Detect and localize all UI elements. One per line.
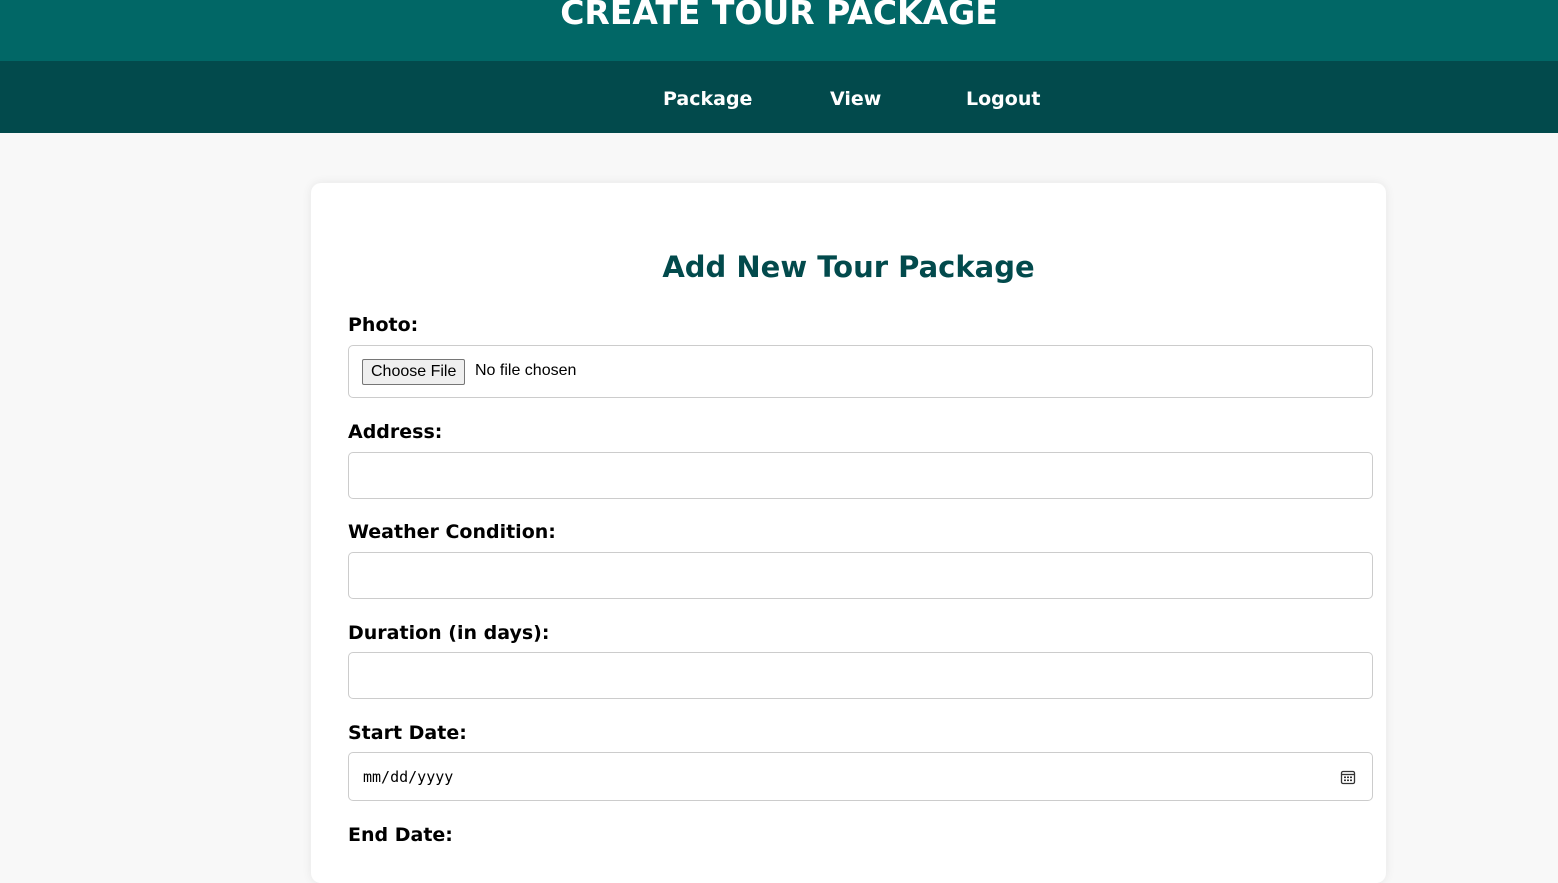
choose-file-button[interactable]: Choose File bbox=[362, 359, 466, 385]
photo-file-input[interactable]: Choose File No file chosen bbox=[348, 345, 1373, 398]
duration-input[interactable] bbox=[348, 652, 1373, 699]
form-card: Add New Tour Package Photo: Choose File … bbox=[311, 183, 1386, 883]
start-date-input[interactable]: mm/dd/yyyy bbox=[348, 752, 1373, 801]
page-header: CREATE TOUR PACKAGE bbox=[0, 0, 1558, 61]
end-date-label: End Date: bbox=[348, 824, 453, 846]
calendar-icon[interactable] bbox=[1340, 769, 1356, 785]
nav-item-view[interactable]: View bbox=[830, 87, 881, 111]
page-title: CREATE TOUR PACKAGE bbox=[560, 0, 998, 32]
nav-bar: Package View Logout bbox=[0, 61, 1558, 133]
start-date-placeholder: mm/dd/yyyy bbox=[363, 768, 454, 786]
address-label: Address: bbox=[348, 421, 443, 443]
form-title: Add New Tour Package bbox=[662, 250, 1035, 284]
weather-input[interactable] bbox=[348, 552, 1373, 599]
photo-label: Photo: bbox=[348, 314, 419, 336]
duration-label: Duration (in days): bbox=[348, 622, 550, 644]
nav-item-logout[interactable]: Logout bbox=[966, 87, 1040, 111]
nav-item-package[interactable]: Package bbox=[663, 87, 752, 111]
address-input[interactable] bbox=[348, 452, 1373, 499]
file-status-text: No file chosen bbox=[475, 362, 577, 379]
start-date-label: Start Date: bbox=[348, 722, 467, 744]
weather-label: Weather Condition: bbox=[348, 521, 556, 543]
